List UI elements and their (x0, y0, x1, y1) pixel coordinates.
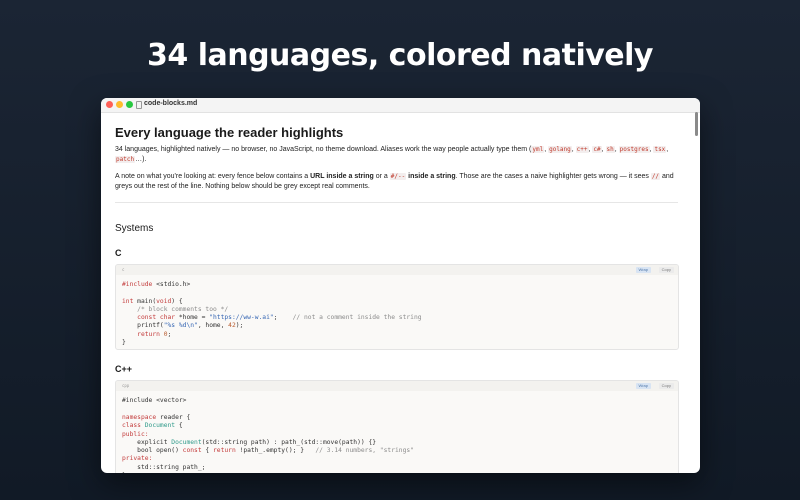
code-lang-label: c (122, 267, 125, 272)
alias-code: c++ (575, 146, 589, 153)
hero-title: 34 languages, colored natively (147, 38, 654, 73)
alias-code: postgres (618, 146, 650, 153)
section-heading: Systems (115, 223, 154, 234)
code-body: #include <stdio.h> int main(void) { /* b… (122, 281, 422, 347)
code-body: #include <vector> namespace reader { cla… (122, 397, 414, 473)
intro-paragraph: 34 languages, highlighted natively — no … (115, 146, 669, 163)
document-icon (136, 101, 142, 109)
divider (115, 202, 678, 203)
alias-code: tsx (653, 146, 667, 153)
window-title: code-blocks.md (144, 100, 198, 107)
code-block-header: cpp Wrap Copy (116, 381, 678, 392)
app-window: code-blocks.md Every language the reader… (101, 98, 700, 473)
alias-code: golang (548, 146, 572, 153)
zoom-window-button[interactable] (126, 101, 133, 108)
alias-code: patch (115, 156, 136, 163)
alias-code: yml (531, 146, 545, 153)
wrap-button[interactable]: Wrap (635, 383, 651, 390)
inline-code: #/-- (389, 173, 407, 180)
code-heading-c: C (115, 248, 122, 258)
document-content: Every language the reader highlights 34 … (101, 113, 700, 473)
copy-button[interactable]: Copy (658, 267, 674, 273)
code-block-header: c Wrap Copy (116, 265, 678, 275)
doc-title: Every language the reader highlights (115, 125, 344, 140)
code-block-c: c Wrap Copy #include <stdio.h> int main(… (115, 264, 679, 351)
code-block-cpp: cpp Wrap Copy #include <vector> namespac… (115, 380, 679, 473)
note-paragraph: A note on what you're looking at: every … (115, 173, 674, 190)
alias-code: sh (605, 146, 615, 153)
copy-button[interactable]: Copy (658, 383, 674, 390)
minimize-window-button[interactable] (116, 101, 123, 108)
title-bar: code-blocks.md (101, 98, 700, 113)
wrap-button[interactable]: Wrap (635, 267, 651, 273)
alias-code: c# (592, 146, 602, 153)
close-window-button[interactable] (106, 101, 113, 108)
inline-code: // (650, 173, 661, 180)
code-heading-cpp: C++ (115, 364, 133, 375)
code-lang-label: cpp (122, 383, 130, 389)
